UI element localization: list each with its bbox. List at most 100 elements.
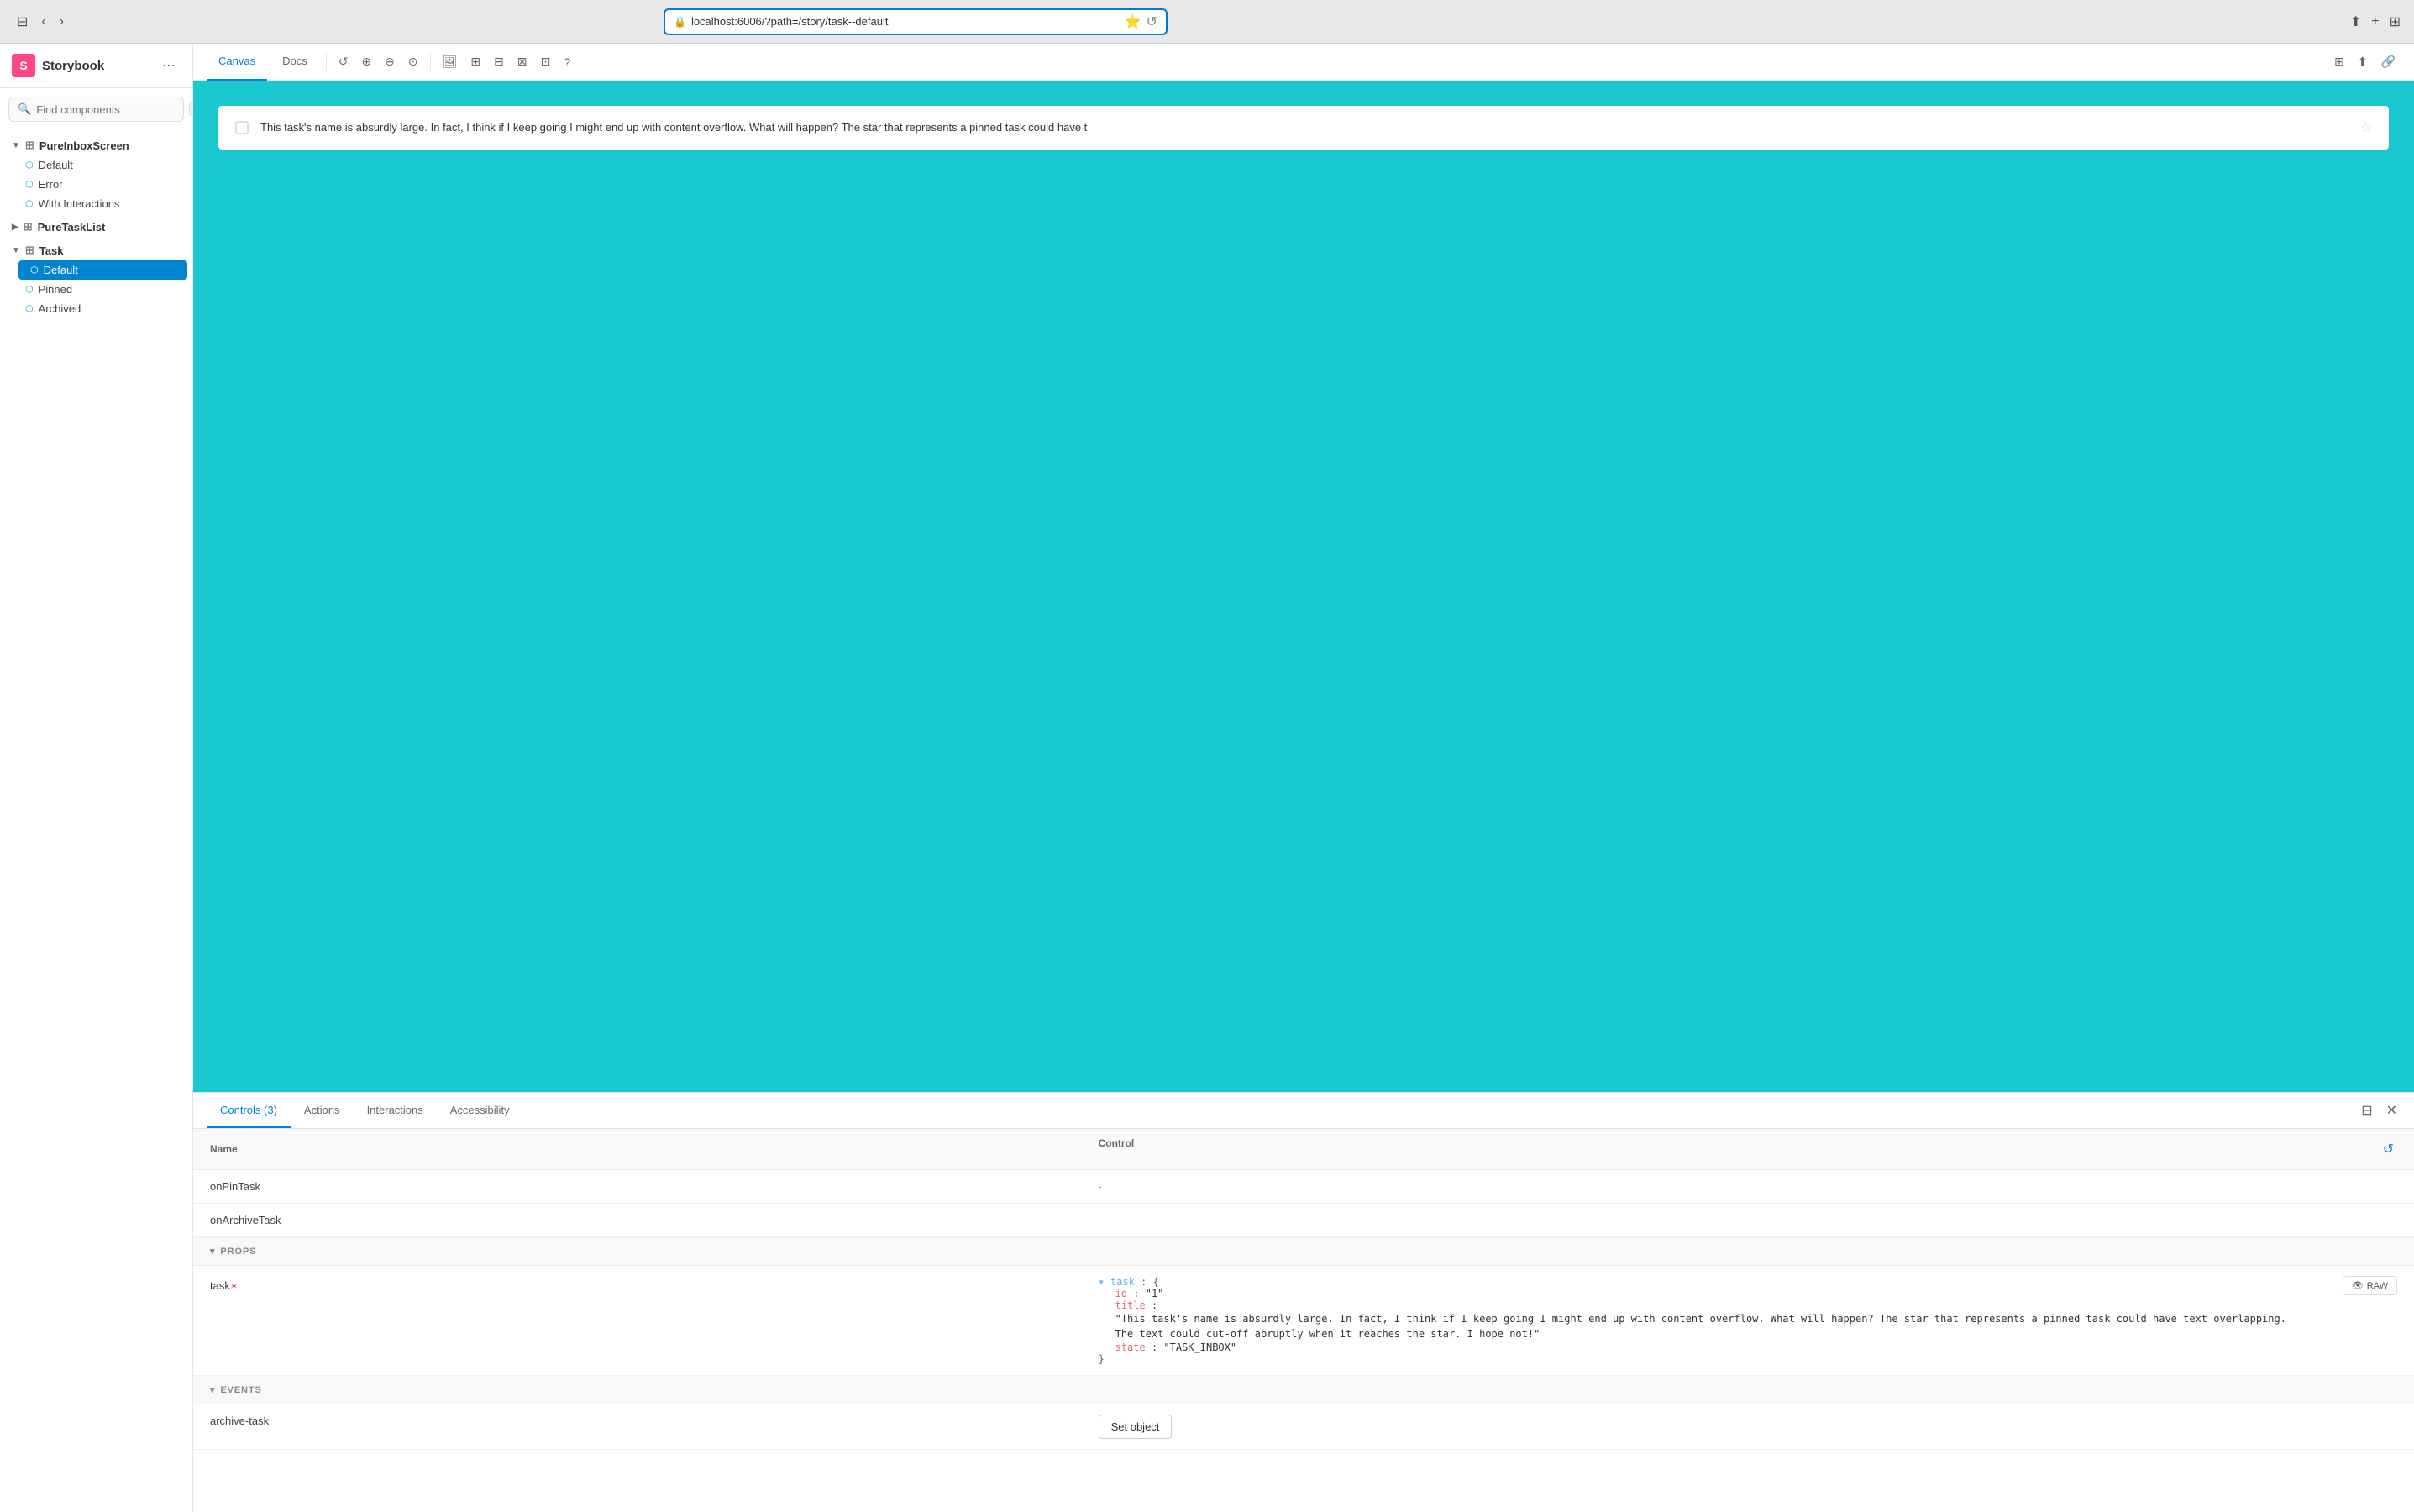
- grid-icon: ⊞: [25, 139, 34, 152]
- panel-tabs: Controls (3) Actions Interactions Access…: [193, 1093, 2414, 1129]
- pis-default-label: Default: [39, 159, 73, 171]
- viewport-btn[interactable]: 🖼: [438, 50, 463, 74]
- sidebar-menu-btn[interactable]: ⋯: [157, 54, 181, 77]
- task-card: This task's name is absurdly large. In f…: [218, 106, 2389, 150]
- task-default-label: Default: [44, 264, 78, 276]
- pis-error-label: Error: [39, 178, 63, 191]
- props-label: PROPS: [220, 1247, 256, 1257]
- help-btn[interactable]: ?: [559, 50, 575, 74]
- task-archived-label: Archived: [39, 302, 81, 315]
- controls-table: Name Control ↺ onPinTask -: [193, 1129, 2414, 1237]
- chevron-down-icon: ▾: [210, 1384, 215, 1395]
- toolbar-divider2: [430, 54, 431, 71]
- panel-right: ⊟ ✕: [2358, 1099, 2401, 1122]
- storybook-logo: S: [12, 54, 35, 77]
- sidebar-item-pis-default[interactable]: ⬡ Default: [13, 155, 192, 175]
- task-children: ⬡ Default ⬡ Pinned ⬡ Archived: [0, 260, 192, 318]
- panel-tab-accessibility[interactable]: Accessibility: [437, 1093, 523, 1128]
- table-row: onArchiveTask -: [193, 1204, 2414, 1237]
- pureinboxscreen-children: ⬡ Default ⬡ Error ⬡ With Interactions: [0, 155, 192, 213]
- code-task-var: ▾ task: [1099, 1276, 1135, 1288]
- story-icon: ⬡: [25, 179, 34, 190]
- toolbar-divider: [326, 54, 327, 71]
- set-object-btn[interactable]: Set object: [1099, 1415, 1173, 1439]
- sidebar-toggle-btn[interactable]: ⊟: [13, 10, 31, 34]
- main-toolbar: Canvas Docs ↺ ⊕ ⊖ ⊙ 🖼 ⊞ ⊟ ⊠ ⊡ ? ⊞ ⬆ 🔗: [193, 44, 2414, 81]
- eye-icon: 👁: [2352, 1280, 2364, 1291]
- tabs-btn[interactable]: ⊞: [2390, 13, 2401, 30]
- sidebar-item-pis-error[interactable]: ⬡ Error: [13, 175, 192, 194]
- sidebar-item-task[interactable]: ▼ ⊞ Task: [0, 240, 192, 260]
- storybook-title: Storybook: [42, 59, 104, 73]
- search-bar[interactable]: 🔍 /: [8, 97, 184, 122]
- story-icon: ⬡: [25, 160, 34, 171]
- sidebar-item-task-default[interactable]: ⬡ Default: [18, 260, 187, 280]
- sidebar-item-pis-interactions[interactable]: ⬡ With Interactions: [13, 194, 192, 213]
- address-bar[interactable]: 🔒 ⭐ ↺: [664, 8, 1168, 35]
- onpintask-control: -: [1082, 1170, 2414, 1204]
- task-checkbox[interactable]: [235, 121, 249, 134]
- grid-btn[interactable]: ⊞: [465, 50, 485, 74]
- panel-tab-actions[interactable]: Actions: [291, 1093, 354, 1128]
- search-input[interactable]: [36, 103, 184, 116]
- grid-icon: ⊞: [24, 220, 33, 234]
- fullscreen-canvas-btn[interactable]: ⊟: [489, 50, 509, 74]
- tab-docs[interactable]: Docs: [270, 44, 319, 81]
- sidebar-header: S Storybook ⋯: [0, 44, 192, 88]
- puretasklist-label: PureTaskList: [38, 221, 106, 234]
- sidebar-item-pureinboxscreen[interactable]: ▼ ⊞ PureInboxScreen: [0, 135, 192, 155]
- task-prop-name: task✶: [193, 1266, 1082, 1376]
- task-pinned-label: Pinned: [39, 283, 72, 296]
- refresh-story-btn[interactable]: ↺: [333, 50, 354, 74]
- events-section-header: ▾ EVENTS: [193, 1376, 2414, 1404]
- task-star-icon[interactable]: ☆: [2360, 119, 2372, 136]
- lock-icon: 🔒: [674, 16, 686, 28]
- events-label: EVENTS: [220, 1385, 261, 1395]
- reset-controls-btn[interactable]: ↺: [2380, 1137, 2397, 1161]
- expand-panel-btn[interactable]: ⊞: [2329, 50, 2349, 74]
- task-prop-label: task: [210, 1279, 230, 1292]
- archive-task-name: archive-task: [193, 1404, 1082, 1450]
- tab-canvas[interactable]: Canvas: [207, 44, 267, 81]
- zoom-out-btn[interactable]: ⊖: [380, 50, 400, 74]
- sidebar: S Storybook ⋯ 🔍 / ▼ ⊞ PureInboxScreen ⬡: [0, 44, 193, 1512]
- sidebar-item-puretasklist[interactable]: ▶ ⊞ PureTaskList: [0, 217, 192, 237]
- sidebar-item-task-archived[interactable]: ⬡ Archived: [13, 299, 192, 318]
- refresh-icon[interactable]: ↺: [1147, 13, 1157, 30]
- panel-content: Name Control ↺ onPinTask -: [193, 1129, 2414, 1512]
- split-view-btn[interactable]: ⊟: [2358, 1099, 2375, 1122]
- table-row: archive-task Set object: [193, 1404, 2414, 1450]
- panel-tab-controls[interactable]: Controls (3): [207, 1093, 291, 1128]
- url-input[interactable]: [691, 15, 1120, 28]
- sidebar-tree: ▼ ⊞ PureInboxScreen ⬡ Default ⬡ Error ⬡: [0, 130, 192, 1512]
- zoom-in-btn[interactable]: ⊕: [356, 50, 376, 74]
- onpintask-name: onPinTask: [193, 1170, 1082, 1204]
- task-label: Task: [39, 244, 64, 257]
- panel-tab-interactions[interactable]: Interactions: [354, 1093, 437, 1128]
- code-state-val: "TASK_INBOX": [1163, 1341, 1236, 1353]
- code-state-key: state: [1115, 1341, 1146, 1353]
- raw-btn[interactable]: 👁 RAW: [2343, 1276, 2397, 1295]
- component-icon: ▶: [12, 223, 18, 232]
- share-btn[interactable]: ⬆: [2350, 13, 2361, 30]
- code-title-key: title: [1115, 1299, 1146, 1311]
- outline-btn[interactable]: ⊡: [536, 50, 556, 74]
- main-content: Canvas Docs ↺ ⊕ ⊖ ⊙ 🖼 ⊞ ⊟ ⊠ ⊡ ? ⊞ ⬆ 🔗 Th: [193, 44, 2414, 1512]
- open-new-tab-btn[interactable]: ⬆: [2353, 50, 2373, 74]
- task-prop-code: ▾ task : { id : "1" title : "This task's…: [1099, 1276, 2343, 1365]
- pureinboxscreen-label: PureInboxScreen: [39, 139, 129, 152]
- zoom-reset-btn[interactable]: ⊙: [403, 50, 423, 74]
- forward-btn[interactable]: ›: [56, 11, 67, 33]
- close-panel-btn[interactable]: ✕: [2383, 1099, 2401, 1122]
- measure-btn[interactable]: ⊠: [512, 50, 533, 74]
- new-tab-btn[interactable]: +: [2371, 14, 2379, 29]
- required-star: ✶: [230, 1282, 238, 1292]
- copy-link-btn[interactable]: 🔗: [2376, 50, 2401, 74]
- onarchivetask-name: onArchiveTask: [193, 1204, 1082, 1237]
- control-col-header: Control ↺: [1082, 1129, 2414, 1170]
- sidebar-item-task-pinned[interactable]: ⬡ Pinned: [13, 280, 192, 299]
- back-btn[interactable]: ‹: [38, 11, 49, 33]
- onarchivetask-control: -: [1082, 1204, 2414, 1237]
- tree-group-pureinboxscreen: ▼ ⊞ PureInboxScreen ⬡ Default ⬡ Error ⬡: [0, 134, 192, 215]
- story-icon: ⬡: [25, 284, 34, 295]
